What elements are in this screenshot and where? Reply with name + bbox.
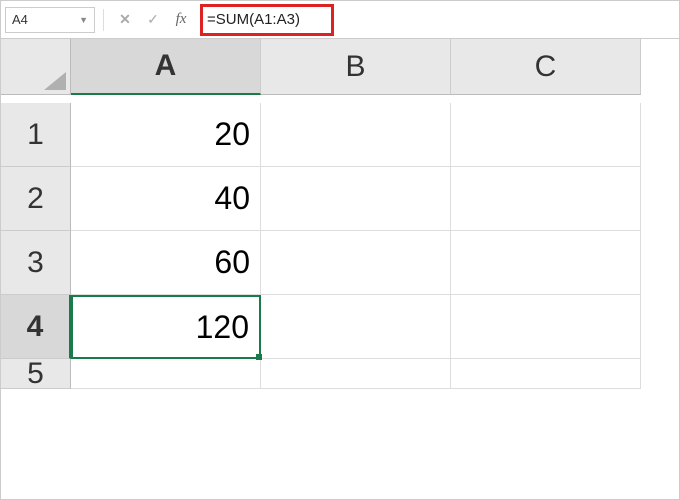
row-header-3[interactable]: 3	[1, 231, 71, 295]
row-header-4[interactable]: 4	[1, 295, 71, 359]
cell-c5[interactable]	[451, 359, 641, 389]
row-header-1[interactable]: 1	[1, 103, 71, 167]
formula-input[interactable]	[207, 11, 327, 28]
enter-icon[interactable]: ✓	[140, 7, 166, 33]
cell-b3[interactable]	[261, 231, 451, 295]
cell-b5[interactable]	[261, 359, 451, 389]
cell-a2[interactable]: 40	[71, 167, 261, 231]
cell-b4[interactable]	[261, 295, 451, 359]
cell-a5[interactable]	[71, 359, 261, 389]
cell-a1[interactable]: 20	[71, 103, 261, 167]
col-header-a[interactable]: A	[71, 39, 261, 95]
formula-bar: A4 ▼ ✕ ✓ fx	[1, 1, 679, 39]
chevron-down-icon[interactable]: ▼	[79, 15, 88, 25]
name-box[interactable]: A4 ▼	[5, 7, 95, 33]
cell-c1[interactable]	[451, 103, 641, 167]
cell-a4[interactable]: 120	[71, 295, 261, 359]
col-header-c[interactable]: C	[451, 39, 641, 95]
cell-b2[interactable]	[261, 167, 451, 231]
name-box-value: A4	[12, 12, 28, 27]
col-header-b[interactable]: B	[261, 39, 451, 95]
divider	[103, 9, 104, 31]
cell-c2[interactable]	[451, 167, 641, 231]
cancel-icon[interactable]: ✕	[112, 7, 138, 33]
cell-a3[interactable]: 60	[71, 231, 261, 295]
cell-b1[interactable]	[261, 103, 451, 167]
select-all-corner[interactable]	[1, 39, 71, 95]
cell-c4[interactable]	[451, 295, 641, 359]
cell-c3[interactable]	[451, 231, 641, 295]
row-header-2[interactable]: 2	[1, 167, 71, 231]
formula-highlight	[200, 4, 334, 36]
fx-icon[interactable]: fx	[168, 7, 194, 33]
spreadsheet-grid: A B C 1 20 2 40 3 60 4 120 5	[1, 39, 679, 423]
row-header-5[interactable]: 5	[1, 359, 71, 389]
